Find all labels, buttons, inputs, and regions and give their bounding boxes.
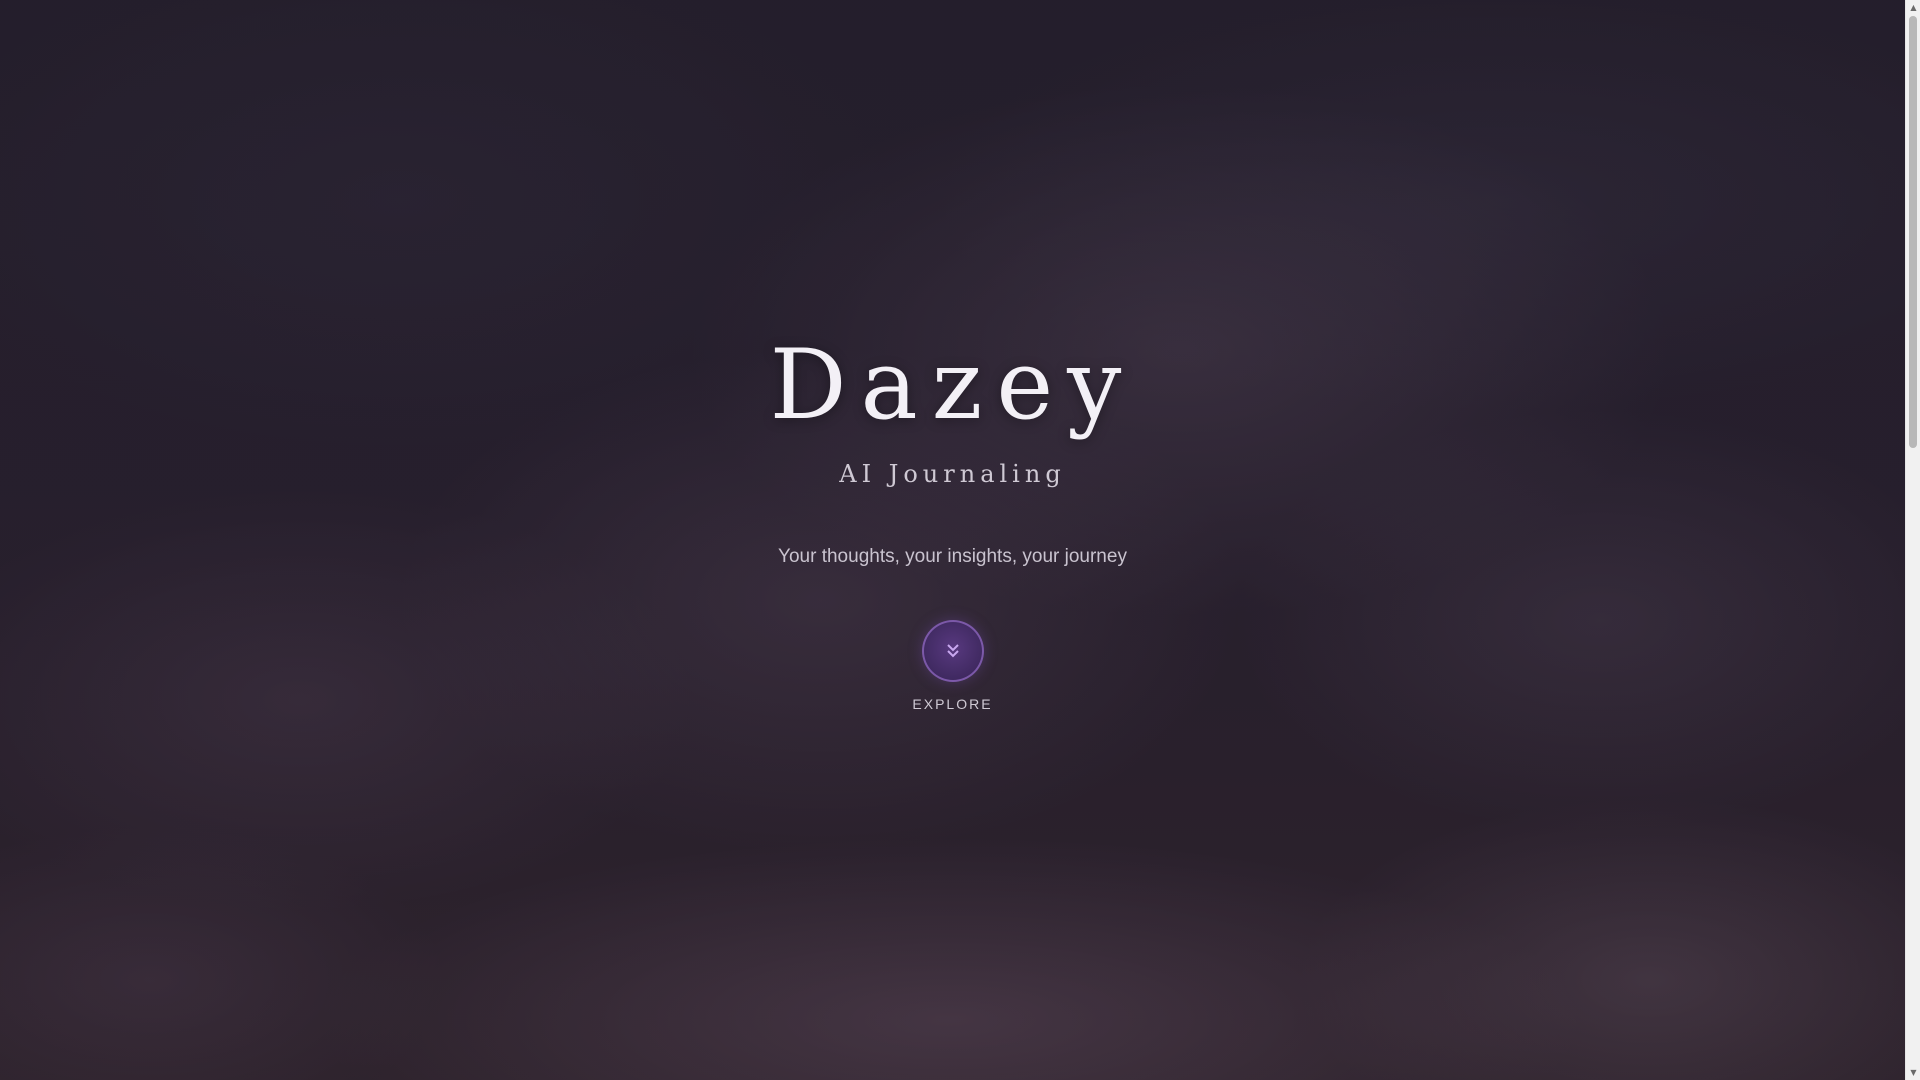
explore-label: EXPLORE xyxy=(912,696,993,712)
app-subtitle: AI Journaling xyxy=(839,460,1066,488)
hero-section: Dazey AI Journaling Your thoughts, your … xyxy=(0,0,1905,1080)
app-title: Dazey xyxy=(769,329,1136,441)
explore-button[interactable]: EXPLORE xyxy=(883,620,1023,712)
hero-content: Dazey AI Journaling Your thoughts, your … xyxy=(0,330,1905,712)
scrollbar-thumb[interactable] xyxy=(1909,16,1917,448)
explore-circle[interactable] xyxy=(921,620,984,682)
page-scrollbar[interactable]: ▲ ▼ xyxy=(1905,0,1920,1080)
scroll-down-icon[interactable]: ▼ xyxy=(1906,1065,1920,1080)
double-chevron-down-icon xyxy=(946,644,959,658)
scroll-up-icon[interactable]: ▲ xyxy=(1906,0,1920,15)
tagline: Your thoughts, your insights, your journ… xyxy=(778,546,1127,567)
